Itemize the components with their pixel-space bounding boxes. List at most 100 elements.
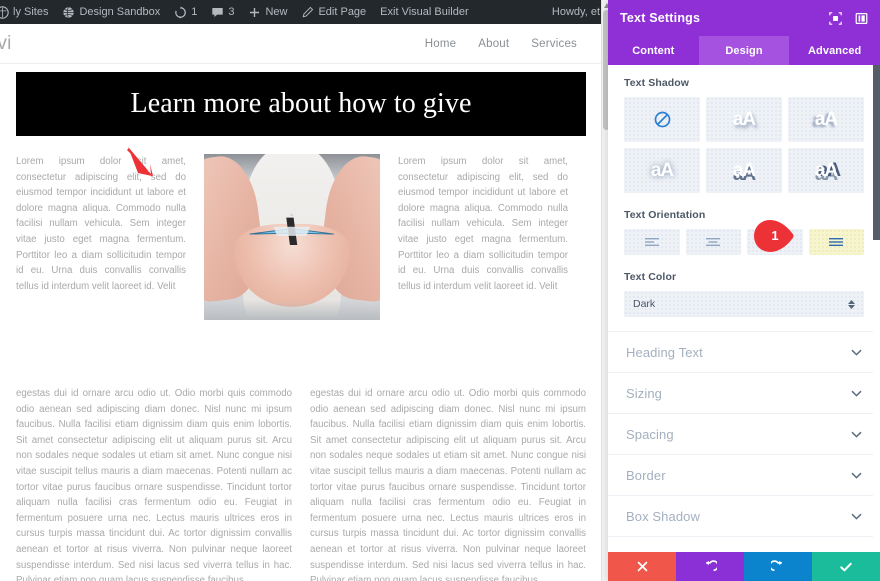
comments-icon (211, 6, 224, 19)
text-shadow-option-5[interactable]: aA (788, 148, 864, 193)
nav-item-home[interactable]: Home (425, 38, 456, 50)
lower-column-right[interactable]: egestas dui id ornare arcu odio ut. Odio… (310, 386, 586, 581)
nav-item-services[interactable]: Services (531, 38, 577, 50)
text-shadow-option-3[interactable]: aA (624, 148, 700, 193)
site-logo[interactable]: ivi (0, 33, 12, 55)
admin-bar-my-sites[interactable]: ly Sites (0, 0, 55, 24)
section-box-shadow[interactable]: Box Shadow (608, 496, 880, 537)
panel-action-bar (608, 552, 880, 581)
section-heading-text[interactable]: Heading Text (608, 332, 880, 373)
column-right[interactable]: Lorem ipsum dolor sit amet, consectetur … (398, 154, 568, 320)
lower-column-right-text: egestas dui id ornare arcu odio ut. Odio… (310, 386, 586, 581)
panel-sections: Heading Text Sizing Spacing (608, 331, 880, 552)
admin-bar-exit-visual-builder-label: Exit Visual Builder (380, 6, 468, 18)
plus-icon (248, 6, 261, 19)
save-button[interactable] (812, 552, 880, 581)
tab-design[interactable]: Design (699, 36, 790, 65)
admin-bar-comments[interactable]: 3 (204, 0, 241, 24)
admin-bar-greeting-label: Howdy, et (552, 6, 600, 18)
admin-bar-site-name-label: Design Sandbox (79, 6, 160, 18)
text-shadow-options: aA aA aA aA aA (624, 97, 864, 193)
tab-content[interactable]: Content (608, 36, 699, 65)
panel-scrollbar-thumb[interactable] (873, 65, 880, 240)
text-orientation-justify[interactable] (809, 229, 865, 255)
text-color-label: Text Color (624, 271, 864, 283)
chevron-down-icon (851, 425, 862, 443)
column-right-text: Lorem ipsum dolor sit amet, consectetur … (398, 154, 568, 294)
wordpress-logo-icon (0, 6, 9, 19)
toy-airplane-icon (246, 214, 338, 251)
panel-title: Text Settings (620, 11, 700, 25)
panel-fields: Text Shadow aA aA aA (608, 65, 880, 317)
column-left[interactable]: Lorem ipsum dolor sit amet, consectetur … (16, 154, 186, 320)
panel-layout-icon[interactable] (855, 12, 868, 25)
section-label: Box Shadow (626, 509, 700, 524)
section-border[interactable]: Border (608, 455, 880, 496)
chevron-down-icon (851, 343, 862, 361)
lower-column-left[interactable]: egestas dui id ornare arcu odio ut. Odio… (16, 386, 292, 581)
close-icon (636, 560, 649, 573)
no-shadow-icon (654, 111, 671, 128)
wp-admin-bar: ly Sites Design Sandbox 1 3 New (0, 0, 610, 24)
align-left-icon (645, 237, 659, 247)
text-shadow-label: Text Shadow (624, 77, 864, 89)
two-column-row: egestas dui id ornare arcu odio ut. Odio… (16, 386, 586, 581)
admin-bar-new-label: New (265, 6, 287, 18)
admin-bar-updates-count: 1 (191, 6, 197, 18)
align-center-icon (706, 237, 720, 247)
nav-item-about[interactable]: About (478, 38, 509, 50)
redo-icon (771, 560, 785, 574)
align-right-icon (768, 237, 782, 247)
panel-header: Text Settings (608, 0, 880, 36)
text-shadow-glyph: aA (815, 110, 837, 129)
text-color-select[interactable]: Dark (624, 291, 864, 317)
section-spacing[interactable]: Spacing (608, 414, 880, 455)
text-orientation-options (624, 229, 864, 255)
section-filters[interactable]: Filters (608, 537, 880, 552)
page-content: Learn more about how to give Lorem ipsum… (0, 64, 601, 581)
admin-bar-new[interactable]: New (241, 0, 294, 24)
panel-scroll-area: Text Shadow aA aA aA (608, 65, 880, 552)
admin-bar-exit-visual-builder[interactable]: Exit Visual Builder (373, 0, 475, 24)
text-shadow-glyph: aA (733, 110, 755, 129)
hero-title: Learn more about how to give (130, 88, 471, 120)
redo-button[interactable] (744, 552, 812, 581)
chevron-down-icon (851, 466, 862, 484)
admin-bar-updates[interactable]: 1 (167, 0, 204, 24)
text-orientation-left[interactable] (624, 229, 680, 255)
panel-header-icons (829, 12, 868, 25)
admin-bar-my-sites-label: ly Sites (13, 6, 48, 18)
admin-bar-edit-page[interactable]: Edit Page (294, 0, 373, 24)
text-orientation-right[interactable] (747, 229, 803, 255)
cancel-button[interactable] (608, 552, 676, 581)
check-icon (839, 560, 853, 574)
text-shadow-option-2[interactable]: aA (788, 97, 864, 142)
tab-advanced[interactable]: Advanced (789, 36, 880, 65)
section-label: Border (626, 468, 666, 483)
site-icon (62, 6, 75, 19)
chevron-down-icon (851, 507, 862, 525)
text-shadow-option-4[interactable]: aA (706, 148, 782, 193)
column-image[interactable] (204, 154, 380, 320)
chevron-down-icon (851, 548, 862, 552)
text-settings-panel: Text Settings Content Design Advanced Te… (608, 0, 880, 581)
text-color-value: Dark (633, 298, 655, 310)
text-orientation-center[interactable] (686, 229, 742, 255)
three-column-row: Lorem ipsum dolor sit amet, consectetur … (16, 154, 586, 320)
undo-button[interactable] (676, 552, 744, 581)
text-orientation-label: Text Orientation (624, 209, 864, 221)
text-shadow-option-none[interactable] (624, 97, 700, 142)
section-label: Sizing (626, 386, 662, 401)
section-label: Heading Text (626, 345, 703, 360)
section-sizing[interactable]: Sizing (608, 373, 880, 414)
text-shadow-option-1[interactable]: aA (706, 97, 782, 142)
expand-icon[interactable] (829, 12, 842, 25)
admin-bar-comments-count: 3 (228, 6, 234, 18)
site-nav: Home About Services (425, 38, 601, 50)
text-shadow-glyph: aA (651, 161, 673, 180)
admin-bar-site-name[interactable]: Design Sandbox (55, 0, 167, 24)
panel-scrollbar[interactable] (873, 65, 880, 552)
hero-banner[interactable]: Learn more about how to give (16, 72, 586, 136)
site-header: ivi Home About Services (0, 24, 601, 64)
pencil-icon (301, 6, 314, 19)
